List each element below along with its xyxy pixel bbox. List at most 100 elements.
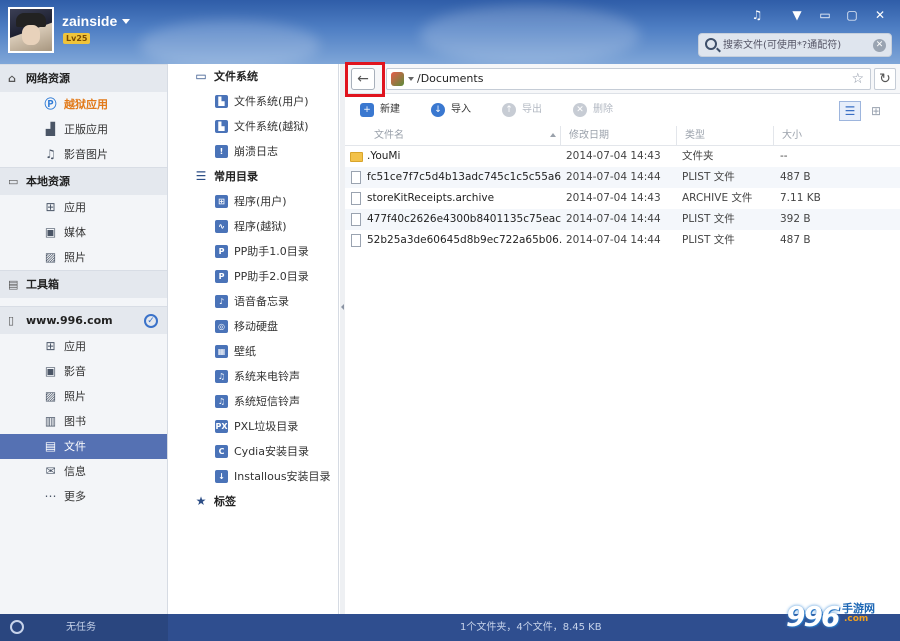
user-menu-caret-icon[interactable] [122,19,130,24]
message-icon: ✉ [45,464,56,478]
export-button[interactable]: ↑ 导出 [502,102,542,118]
warning-icon: ! [215,145,228,158]
nav-item-device-books[interactable]: ▥ 图书 [0,409,167,434]
file-browser: ← /Documents ☆ ↻ + 新建 ↓ 导入 ↑ 导出 ✕ 删除 ☰ ⊞ [345,62,900,614]
search-icon [705,38,717,50]
close-icon[interactable]: ✕ [871,6,889,24]
file-size: 392 B [780,213,811,225]
tree-item-installous[interactable]: ↓ Installous安装目录 [169,464,338,489]
import-label: 导入 [451,104,471,115]
nav-item-media-pictures[interactable]: ♫ 影音图片 [0,142,167,167]
activity-icon: ∿ [215,220,228,233]
task-status: 无任务 [66,622,96,633]
tree-item-pp1-dir[interactable]: P PP助手1.0目录 [169,239,338,264]
tree-item-filesystem-user[interactable]: ▙ 文件系统(用户) [169,89,338,114]
tree-item-label: 壁纸 [234,345,256,358]
tree-item-apps-jailbreak[interactable]: ∿ 程序(越狱) [169,214,338,239]
bookmark-star-icon[interactable]: ☆ [851,70,864,88]
section-title: 网络资源 [26,72,70,85]
back-button-highlight [345,62,385,97]
section-device[interactable]: ▯ www.996.com ✓ [0,306,167,334]
pxl-icon: PX [215,420,228,433]
apps-grid-icon: ⊞ [45,200,56,214]
search-input[interactable] [723,37,873,53]
left-sidebar: ⌂ 网络资源 Ⓟ 越狱应用 ▟ 正版应用 ♫ 影音图片 ▭ 本地资源 ⊞ 应用 … [0,64,168,614]
tree-item-cydia[interactable]: C Cydia安装目录 [169,439,338,464]
video-icon: ▣ [44,364,57,378]
watermark-number: 996 [786,600,840,633]
tree-item-label: 移动硬盘 [234,320,278,333]
maximize-icon[interactable]: ▢ [843,6,861,24]
column-header-size[interactable]: 大小 [773,126,900,146]
delete-button[interactable]: ✕ 删除 [573,102,613,118]
tree-item-filesystem-jailbreak[interactable]: ▙ 文件系统(越狱) [169,114,338,139]
tree-item-crash-logs[interactable]: ! 崩溃日志 [169,139,338,164]
list-view-button[interactable]: ☰ [839,101,861,121]
nav-item-device-apps[interactable]: ⊞ 应用 [0,334,167,359]
skin-icon[interactable]: ▭ [816,6,834,24]
nav-item-device-more[interactable]: ⋯ 更多 [0,484,167,509]
menu-icon[interactable]: ▼ [788,6,806,24]
section-local-resources[interactable]: ▭ 本地资源 [0,167,167,195]
file-type: PLIST 文件 [682,213,735,225]
nav-item-device-media[interactable]: ▣ 影音 [0,359,167,384]
nav-label: 影音 [64,365,86,378]
video-icon: ▣ [44,225,57,239]
nav-item-device-messages[interactable]: ✉ 信息 [0,459,167,484]
nav-label: 影音图片 [64,148,108,161]
nav-item-local-apps[interactable]: ⊞ 应用 [0,195,167,220]
tree-item-mobile-disk[interactable]: ◎ 移动硬盘 [169,314,338,339]
column-header-type[interactable]: 类型 [676,126,773,146]
nav-item-jailbreak-apps[interactable]: Ⓟ 越狱应用 [0,92,167,117]
nav-item-local-photos[interactable]: ▨ 照片 [0,245,167,270]
nav-label: 越狱应用 [64,98,108,111]
tree-item-wallpaper[interactable]: ▦ 壁纸 [169,339,338,364]
tree-item-apps-user[interactable]: ⊞ 程序(用户) [169,189,338,214]
tree-item-ringtones[interactable]: ♫ 系统来电铃声 [169,364,338,389]
import-button[interactable]: ↓ 导入 [431,102,471,118]
nav-item-local-media[interactable]: ▣ 媒体 [0,220,167,245]
table-row[interactable]: storeKitReceipts.archive 2014-07-04 14:4… [345,188,900,209]
refresh-button[interactable]: ↻ [874,68,896,90]
column-header-name[interactable]: 文件名 [345,126,560,146]
tree-item-pp2-dir[interactable]: P PP助手2.0目录 [169,264,338,289]
new-button[interactable]: + 新建 [360,102,400,118]
path-field[interactable]: /Documents ☆ [386,68,871,90]
nav-label: 信息 [64,465,86,478]
file-type: 文件夹 [682,150,714,162]
section-toolbox[interactable]: ▤ 工具箱 [0,270,167,298]
tree-item-pxl-trash[interactable]: PX PXL垃圾目录 [169,414,338,439]
path-text[interactable]: /Documents [417,69,483,89]
nav-label: 正版应用 [64,123,108,136]
tree-section-filesystem[interactable]: ▭ 文件系统 [169,64,338,89]
chevron-down-icon[interactable] [408,77,414,81]
export-icon: ↑ [502,103,516,117]
tree-section-common[interactable]: ☰ 常用目录 [169,164,338,189]
nav-item-device-files[interactable]: ▤ 文件 [0,434,167,459]
section-network-resources[interactable]: ⌂ 网络资源 [0,64,167,92]
tree-item-voice-memos[interactable]: ♪ 语音备忘录 [169,289,338,314]
avatar[interactable] [8,7,54,53]
file-size: 7.11 KB [780,192,821,204]
table-row[interactable]: fc51ce7f7c5d4b13adc745c1c5c55a6... 2014-… [345,167,900,188]
grid-view-button[interactable]: ⊞ [866,101,886,121]
table-row[interactable]: 52b25a3de60645d8b9ec722a65b06... 2014-07… [345,230,900,251]
username[interactable]: zainside [62,13,117,29]
folder-summary: 1个文件夹，4个文件，8.45 KB [460,622,602,633]
cloud-decoration [140,20,320,64]
device-icon[interactable] [391,72,404,86]
tree-section-bookmarks[interactable]: ★ 标签 [169,489,338,514]
file-name: fc51ce7f7c5d4b13adc745c1c5c55a6... [367,171,562,183]
disk-icon: ◎ [215,320,228,333]
tree-item-sms-tones[interactable]: ♫ 系统短信铃声 [169,389,338,414]
nav-item-device-photos[interactable]: ▨ 照片 [0,384,167,409]
search-box: ✕ [698,33,892,57]
photo-icon: ▨ [44,389,57,403]
table-row[interactable]: 477f40c2626e4300b8401135c75eac... 2014-0… [345,209,900,230]
column-header-date[interactable]: 修改日期 [560,126,676,146]
nav-item-official-apps[interactable]: ▟ 正版应用 [0,117,167,142]
task-area[interactable]: 无任务 [0,614,168,641]
clear-search-icon[interactable]: ✕ [873,39,886,52]
table-row[interactable]: .YouMi 2014-07-04 14:43 文件夹 -- [345,146,900,167]
music-icon[interactable]: ♫ [748,6,766,24]
